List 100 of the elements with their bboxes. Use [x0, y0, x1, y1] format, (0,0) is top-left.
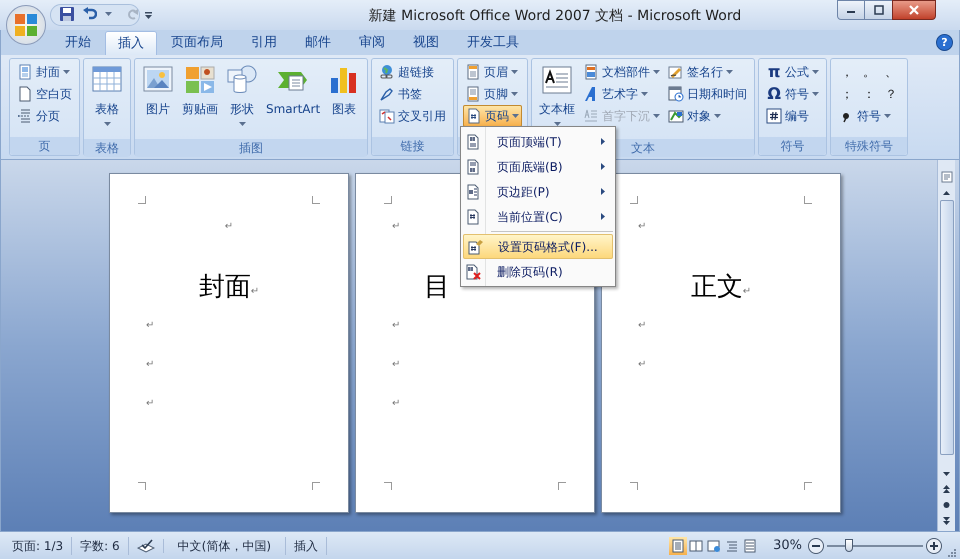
ribbon-button[interactable]: 日期和时间 — [666, 83, 750, 105]
heading-text: 目 — [424, 274, 450, 300]
close-button[interactable] — [892, 0, 936, 20]
ribbon-button[interactable]: π 公式 — [764, 61, 822, 83]
symbol-glyph-icon: π — [766, 60, 782, 84]
caret-icon — [512, 114, 520, 118]
book-check-icon — [136, 538, 155, 552]
group-label: 表格 — [95, 140, 119, 157]
ribbon-large-button[interactable]: SmartArt — [264, 61, 322, 139]
down-arrow-icon — [943, 472, 950, 476]
margin-mark — [804, 482, 812, 490]
heading-text: 正文 — [690, 274, 743, 300]
menu-item[interactable]: 设置页码格式(F)... — [463, 234, 613, 259]
ribbon-button[interactable]: 艺术字 — [581, 83, 662, 105]
help-button[interactable]: ? — [936, 34, 953, 51]
caret-icon — [726, 70, 734, 74]
bookmark-icon — [379, 86, 396, 102]
maximize-button[interactable] — [865, 0, 892, 20]
margin-mark — [558, 482, 566, 490]
ruler-icon — [940, 171, 952, 183]
ribbon-large-button[interactable]: 形状 — [224, 61, 260, 139]
restore-icon — [874, 5, 884, 15]
ribbon-button[interactable]: 空白页 — [15, 83, 74, 105]
format-page-number-icon — [467, 238, 483, 254]
symbol-button[interactable]: ： — [858, 83, 880, 105]
ribbon-large-button[interactable]: 表格 — [89, 61, 125, 139]
ribbon-tab[interactable]: 审阅 — [345, 31, 399, 55]
language-status: 中文(简体，中国) — [164, 536, 286, 554]
ribbon-button[interactable]: 文档部件 — [581, 61, 662, 83]
page-count: 页面: 1/3 — [4, 536, 72, 554]
ribbon-button[interactable]: 页码 — [463, 105, 522, 127]
save-button[interactable] — [58, 5, 76, 23]
margin-mark — [138, 196, 146, 204]
ribbon-tab[interactable]: 开发工具 — [453, 31, 533, 55]
paragraph-mark: ↵ — [392, 397, 400, 411]
shapes-icon — [226, 64, 258, 96]
ribbon-tab[interactable]: 页面布局 — [157, 31, 237, 55]
paragraph-mark: ↵ — [250, 285, 260, 299]
caret-icon — [63, 70, 70, 74]
ribbon-large-button[interactable]: 图片 — [140, 61, 176, 139]
ribbon-tab[interactable]: 视图 — [399, 31, 453, 55]
symbol-button[interactable]: ？ — [880, 83, 902, 105]
ribbon-tab[interactable]: 开始 — [51, 31, 105, 55]
menu-item[interactable]: 页面底端(B) — [463, 154, 613, 179]
caret-icon — [653, 114, 660, 118]
ribbon-button[interactable]: 编号 — [764, 105, 822, 127]
ribbon-large-button[interactable]: 剪贴画 — [180, 61, 220, 139]
ribbon-button[interactable]: 交叉引用 — [377, 105, 448, 127]
ribbon-button[interactable]: 分页 — [15, 105, 74, 127]
ribbon-button[interactable]: 页脚 — [463, 83, 522, 105]
ribbon-tab[interactable]: 引用 — [237, 31, 291, 55]
margin-mark — [138, 482, 146, 490]
caret-icon — [511, 92, 518, 96]
ribbon-button[interactable]: 书签 — [377, 83, 448, 105]
drop-cap-icon — [583, 108, 600, 124]
symbol-button[interactable]: ； — [836, 83, 858, 105]
ribbon-button[interactable]: 超链接 — [377, 61, 448, 83]
zoom-in-button[interactable] — [926, 538, 942, 554]
menu-item[interactable]: 当前位置(C) — [463, 204, 613, 229]
caret-icon — [714, 114, 722, 118]
ribbon-tab[interactable]: 插入 — [105, 31, 157, 55]
ribbon-button[interactable]: 封面 — [15, 61, 74, 83]
view-button[interactable] — [669, 536, 688, 554]
zoom-level: 30% — [772, 536, 803, 555]
paragraph-mark: ↵ — [224, 220, 234, 234]
close-icon — [909, 5, 919, 15]
symbol-button[interactable]: ， — [836, 61, 858, 83]
group-label: 链接 — [400, 138, 425, 155]
menu-item[interactable]: 页边距(P) — [463, 179, 613, 204]
ribbon-button[interactable]: Ω 符号 — [764, 83, 822, 105]
margin-mark — [384, 482, 392, 490]
ribbon-large-button[interactable]: 图表 — [326, 61, 362, 139]
menu-item[interactable]: 删除页码(R) — [463, 259, 613, 284]
caret-icon — [812, 70, 820, 74]
symbol-button[interactable]: 。 — [858, 61, 880, 83]
zoom-out-button[interactable] — [808, 538, 824, 554]
symbol-button[interactable]: 、 — [880, 61, 902, 83]
ribbon-button[interactable]: 页眉 — [463, 61, 522, 83]
ribbon-button[interactable]: 对象 — [666, 105, 750, 127]
double-down-arrow-icon — [943, 517, 950, 525]
ribbon-button[interactable]: 符号 — [836, 105, 902, 127]
scroll-thumb[interactable] — [940, 200, 954, 455]
minimize-button[interactable] — [837, 0, 865, 20]
clip-art-icon — [184, 64, 216, 96]
zoom-slider[interactable] — [827, 538, 923, 554]
group-label: 插图 — [239, 140, 264, 157]
word-count: 字数: 6 — [72, 536, 129, 554]
caret-icon — [104, 12, 112, 16]
submenu-arrow-icon — [601, 163, 605, 170]
draft-icon — [743, 538, 758, 552]
insert-mode-status: 插入 — [286, 536, 328, 554]
group-label: 特殊符号 — [845, 138, 894, 155]
menu-item[interactable]: 页面顶端(T) — [463, 129, 613, 154]
caret-icon — [641, 92, 648, 96]
margin-mark — [804, 196, 812, 204]
ribbon-button[interactable]: 签名行 — [666, 61, 750, 83]
paragraph-mark: ↵ — [392, 319, 400, 333]
slider-thumb[interactable] — [844, 538, 853, 552]
paragraph-mark: ↵ — [638, 220, 646, 234]
ribbon-tab[interactable]: 邮件 — [291, 31, 345, 55]
